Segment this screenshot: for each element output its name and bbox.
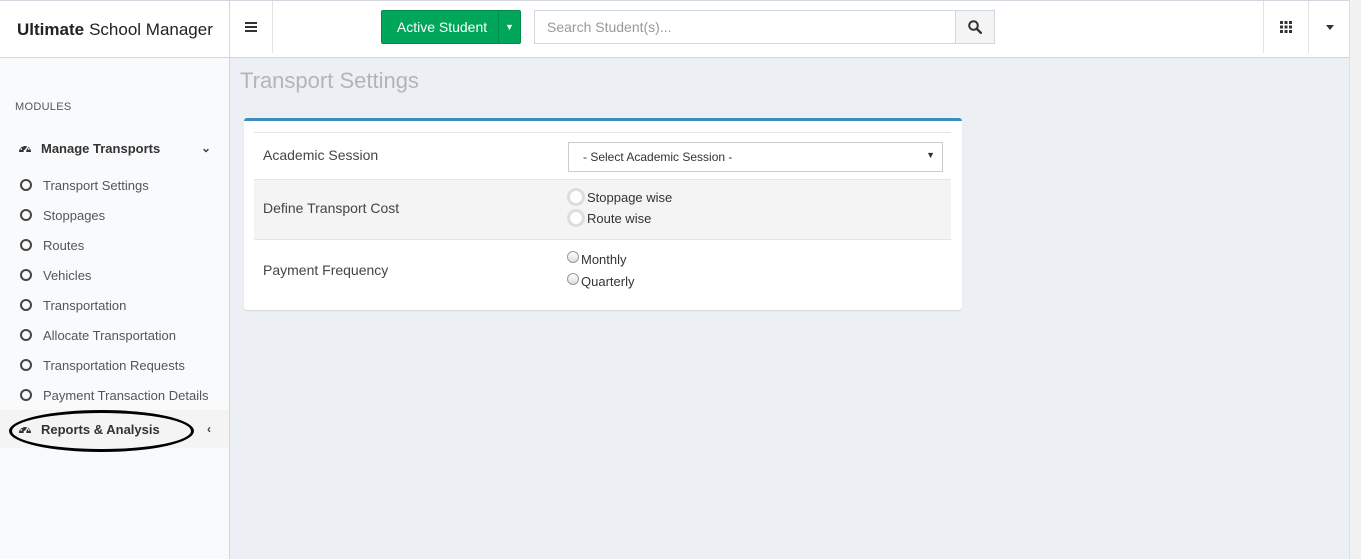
radio-button[interactable] <box>567 188 585 206</box>
caret-down-icon[interactable]: ▼ <box>498 11 520 43</box>
sidebar-item-label: Vehicles <box>43 267 92 283</box>
sidebar-item-label: Transportation <box>43 297 127 313</box>
sidebar-item-label: Transportation Requests <box>43 357 185 373</box>
radio-button[interactable] <box>567 272 579 285</box>
sidebar-item-transport-settings[interactable]: Transport Settings <box>0 170 229 200</box>
academic-session-select[interactable]: - Select Academic Session - ▼ <box>568 142 943 172</box>
caret-down-icon <box>1326 24 1334 30</box>
circle-icon <box>20 269 32 281</box>
radio-button[interactable] <box>567 250 579 263</box>
circle-icon <box>20 179 32 191</box>
grid-icon <box>1280 21 1292 33</box>
radio-route-wise[interactable]: Route wise <box>567 209 651 227</box>
sidebar-group-manage-transports[interactable]: Manage Transports ⌄ <box>0 129 229 167</box>
circle-icon <box>20 359 32 371</box>
search-placeholder: Search Student(s)... <box>547 19 672 35</box>
circle-icon <box>20 389 32 401</box>
form-row-payment-frequency: Payment Frequency Monthly Quarterly <box>254 239 951 309</box>
form-row-academic-session: Academic Session - Select Academic Sessi… <box>254 132 951 179</box>
sidebar-item-label: Transport Settings <box>43 177 149 193</box>
sidebar-item-label: Stoppages <box>43 207 106 223</box>
sidebar-item-label: Payment Transaction Details <box>43 387 209 403</box>
app-logo[interactable]: Ultimate School Manager <box>0 1 230 58</box>
radio-label: Stoppage wise <box>587 189 673 205</box>
sidebar-item-transportation[interactable]: Transportation <box>0 290 229 320</box>
dashboard-icon <box>19 143 31 153</box>
sidebar-section-label: MODULES <box>15 101 72 113</box>
top-header: Ultimate School Manager Active Student ▼… <box>0 0 1361 58</box>
brand-bold: Ultimate <box>17 19 85 39</box>
search-button[interactable] <box>955 10 995 44</box>
search-input[interactable]: Search Student(s)... <box>534 10 956 44</box>
radio-monthly[interactable]: Monthly <box>567 250 627 267</box>
chevron-left-icon: ‹ <box>207 422 211 436</box>
brand-text: School Manager <box>89 19 213 39</box>
sidebar-item-label: Routes <box>43 237 85 253</box>
sidebar-item-vehicles[interactable]: Vehicles <box>0 260 229 290</box>
apps-grid-button[interactable] <box>1263 1 1309 53</box>
circle-icon <box>20 209 32 221</box>
page-title: Transport Settings <box>240 68 419 93</box>
active-student-label: Active Student <box>396 19 488 35</box>
radio-label: Monthly <box>581 252 627 267</box>
highlight-ellipse-annotation <box>9 410 194 452</box>
active-student-button[interactable]: Active Student ▼ <box>381 10 521 44</box>
user-menu-dropdown[interactable] <box>1309 1 1351 53</box>
payment-frequency-label: Payment Frequency <box>263 262 389 278</box>
sidebar-item-allocate-transportation[interactable]: Allocate Transportation <box>0 320 229 350</box>
sidebar-item-transportation-requests[interactable]: Transportation Requests <box>0 350 229 380</box>
sidebar: MODULES Manage Transports ⌄ Transport Se… <box>0 58 230 559</box>
search-icon <box>968 20 982 34</box>
transport-cost-label: Define Transport Cost <box>263 200 400 216</box>
sidebar-item-label: Allocate Transportation <box>43 327 176 343</box>
transport-settings-form: Academic Session - Select Academic Sessi… <box>244 118 962 310</box>
sidebar-toggle-button[interactable] <box>230 1 273 53</box>
circle-icon <box>20 299 32 311</box>
sidebar-group-label: Manage Transports <box>41 140 161 156</box>
form-row-transport-cost: Define Transport Cost Stoppage wise Rout… <box>254 179 951 239</box>
radio-stoppage-wise[interactable]: Stoppage wise <box>567 188 672 206</box>
page-scrollbar[interactable] <box>1349 0 1361 559</box>
caret-down-icon: ▼ <box>926 150 935 160</box>
radio-label: Route wise <box>587 210 652 226</box>
hamburger-icon <box>245 22 257 32</box>
radio-label: Quarterly <box>581 274 635 289</box>
chevron-down-icon: ⌄ <box>200 141 211 155</box>
radio-quarterly[interactable]: Quarterly <box>567 272 635 289</box>
academic-session-value: - Select Academic Session - <box>583 150 733 164</box>
circle-icon <box>20 239 32 251</box>
sidebar-item-payment-transaction-details[interactable]: Payment Transaction Details <box>0 380 229 410</box>
sidebar-item-routes[interactable]: Routes <box>0 230 229 260</box>
sidebar-item-stoppages[interactable]: Stoppages <box>0 200 229 230</box>
radio-button[interactable] <box>567 209 585 227</box>
circle-icon <box>20 329 32 341</box>
academic-session-label: Academic Session <box>263 147 379 163</box>
